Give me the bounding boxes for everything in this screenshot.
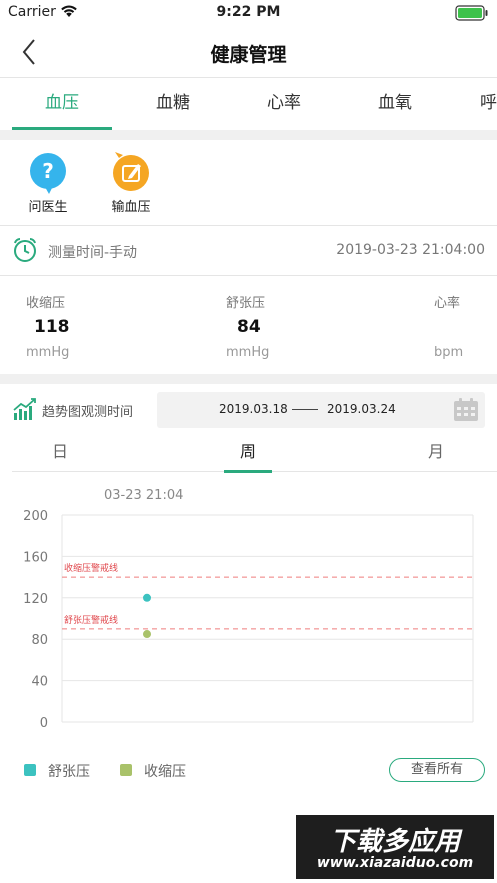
- latest-readings: 收缩压 118 mmHg 舒张压 84 mmHg 心率 bpm: [0, 276, 497, 374]
- blood-pressure-chart-svg: 03-23 21:04 200 160 120 80 40 0 收缩压警戒线舒张压警戒线: [23, 488, 474, 731]
- battery-icon: [455, 5, 489, 25]
- ask-doctor-label: 问医生: [28, 200, 68, 215]
- diastolic-reading: 舒张压 84 mmHg: [226, 292, 269, 360]
- blood-pressure-chart: 03-23 21:04 200 160 120 80 40 0 收缩压警戒线 舒张压警戒线: [0, 472, 497, 740]
- view-all-button[interactable]: 查看所有: [389, 758, 485, 782]
- page-title: 健康管理: [210, 44, 287, 66]
- watermark: 下载多应用 www.xiazaiduo.com: [296, 815, 494, 879]
- tab-respiration[interactable]: 呼: [456, 78, 497, 130]
- measurement-time-row: 测量时间-手动 2019-03-23 21:04:00: [0, 226, 497, 276]
- chart-legend: 舒张压 收缩压 查看所有: [0, 752, 497, 788]
- tab-blood-oxygen[interactable]: 血氧: [345, 78, 445, 130]
- tab-month[interactable]: 月: [412, 434, 460, 472]
- y-tick-label: 0: [40, 716, 48, 731]
- systolic-value: 118: [34, 317, 70, 337]
- tab-blood-sugar[interactable]: 血糖: [123, 78, 223, 130]
- quick-actions: ? 问医生 输血压: [0, 140, 497, 226]
- section-divider: [0, 130, 497, 140]
- legend-label-systolic: 收缩压: [144, 764, 186, 780]
- heart-rate-reading: 心率 bpm: [434, 292, 463, 360]
- tab-heart-rate[interactable]: 心率: [234, 78, 334, 130]
- heart-rate-unit: bpm: [434, 345, 464, 360]
- threshold-label: 舒张压警戒线: [64, 614, 118, 626]
- input-blood-pressure-button[interactable]: 输血压: [101, 152, 161, 215]
- date-from: 2019.03.18: [219, 402, 288, 416]
- calendar-icon[interactable]: [453, 398, 479, 426]
- chart-timestamp-label: 03-23 21:04: [104, 488, 183, 503]
- tab-day[interactable]: 日: [36, 434, 84, 472]
- measurement-timestamp: 2019-03-23 21:04:00: [336, 242, 485, 258]
- y-tick-label: 120: [23, 592, 48, 607]
- status-time: 9:22 PM: [216, 4, 281, 20]
- trend-period-label: 趋势图观测时间: [42, 405, 134, 420]
- heart-rate-value: [434, 317, 463, 337]
- data-point: [143, 593, 151, 602]
- watermark-url: www.xiazaiduo.com: [316, 855, 474, 871]
- legend-label-diastolic: 舒张压: [48, 764, 90, 780]
- tab-blood-pressure[interactable]: 血压: [12, 78, 112, 130]
- input-blood-pressure-label: 输血压: [111, 200, 151, 215]
- y-tick-label: 40: [31, 675, 48, 690]
- y-tick-label: 160: [23, 550, 48, 565]
- alarm-clock-icon: [12, 237, 38, 267]
- y-tick-label: 80: [31, 633, 48, 648]
- date-range-dash: [292, 409, 318, 410]
- svg-text:?: ?: [42, 159, 54, 183]
- status-bar: Carrier 9:22 PM: [0, 0, 497, 26]
- watermark-title: 下载多应用: [329, 827, 460, 857]
- date-to: 2019.03.24: [327, 402, 396, 416]
- section-divider: [0, 374, 497, 384]
- edit-bubble-icon: [112, 152, 150, 191]
- question-bubble-icon: ?: [29, 152, 67, 194]
- period-tabs: 日 周 月: [12, 434, 497, 473]
- systolic-reading: 收缩压 118 mmHg: [26, 292, 70, 360]
- systolic-label: 收缩压: [26, 296, 66, 311]
- date-range-picker[interactable]: 2019.03.18 2019.03.24: [157, 392, 485, 428]
- measurement-mode: 测量时间-手动: [48, 245, 138, 261]
- category-tabs: 血压 血糖 心率 血氧 呼: [0, 78, 497, 130]
- navigation-bar: 健康管理: [0, 26, 497, 78]
- tab-week[interactable]: 周: [224, 434, 272, 473]
- back-button[interactable]: [14, 36, 46, 68]
- chevron-left-icon: [22, 39, 35, 65]
- threshold-label: 收缩压警戒线: [64, 562, 118, 574]
- diastolic-value: 84: [237, 317, 261, 337]
- trend-period-row: 趋势图观测时间 2019.03.18 2019.03.24: [0, 384, 497, 434]
- data-point: [143, 630, 151, 639]
- legend-swatch-systolic: [120, 764, 132, 776]
- systolic-unit: mmHg: [26, 345, 70, 360]
- trend-chart-icon: [12, 397, 38, 425]
- y-tick-label: 200: [23, 509, 48, 524]
- diastolic-label: 舒张压: [226, 296, 266, 311]
- heart-rate-label: 心率: [434, 296, 461, 311]
- legend-swatch-diastolic: [24, 764, 36, 776]
- diastolic-unit: mmHg: [226, 345, 270, 360]
- ask-doctor-button[interactable]: ? 问医生: [18, 152, 78, 215]
